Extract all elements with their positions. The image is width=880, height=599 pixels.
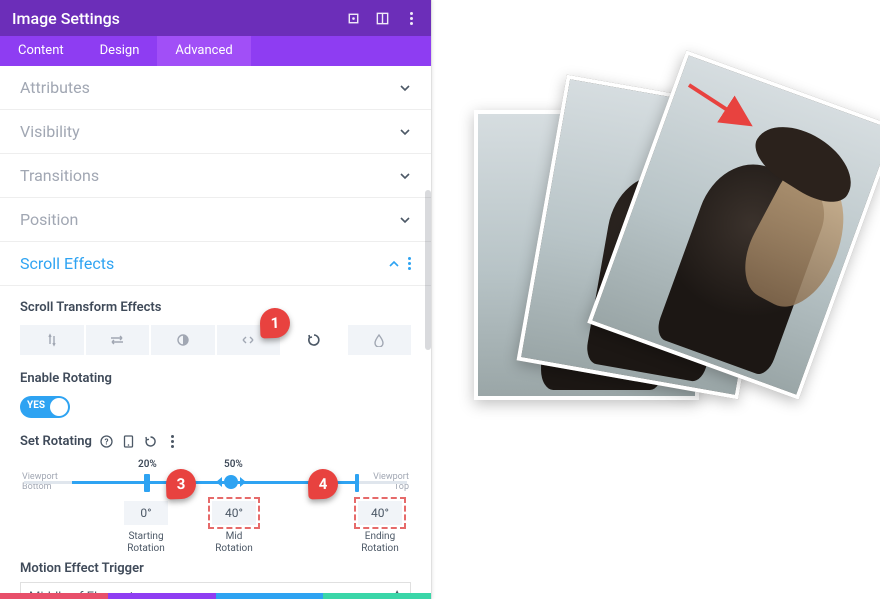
- horizontal-motion-icon[interactable]: [86, 325, 150, 355]
- header-icons: [346, 11, 419, 26]
- enable-rotating-label: Enable Rotating: [20, 371, 411, 386]
- starting-rotation-value[interactable]: 0°: [124, 501, 168, 525]
- chevron-down-icon: [399, 82, 411, 94]
- fade-icon[interactable]: [151, 325, 215, 355]
- tab-bar: Content Design Advanced: [0, 36, 431, 66]
- toggle-knob: [50, 398, 68, 416]
- slider-handle-start[interactable]: [144, 474, 150, 492]
- enable-rotating-toggle-row: YES: [20, 396, 411, 418]
- panel-title: Image Settings: [12, 9, 120, 28]
- section-more-icon[interactable]: [408, 257, 411, 270]
- blur-icon[interactable]: [348, 325, 412, 355]
- section-visibility[interactable]: Visibility: [0, 110, 431, 154]
- set-rotating-row: Set Rotating ?: [20, 434, 411, 449]
- chevron-down-icon: [399, 170, 411, 182]
- slider-handle-end[interactable]: [355, 474, 359, 492]
- mid-rotation-value[interactable]: 40°: [212, 501, 256, 525]
- chevron-up-icon: [388, 258, 400, 270]
- section-scroll-effects[interactable]: Scroll Effects: [0, 242, 431, 286]
- chevron-down-icon: [399, 126, 411, 138]
- mid-rotation-label: Mid Rotation: [204, 531, 264, 555]
- preview-area: [450, 0, 880, 599]
- tab-content[interactable]: Content: [0, 36, 82, 66]
- section-label: Visibility: [20, 122, 80, 141]
- transform-effect-tabs: [20, 325, 411, 355]
- rotate-icon[interactable]: [282, 325, 346, 355]
- settings-panel: Image Settings Content Design Advanced A…: [0, 0, 432, 599]
- slider-percent-1: 20%: [138, 459, 157, 470]
- ending-rotation-label: Ending Rotation: [350, 531, 410, 555]
- ending-rotation-value[interactable]: 40°: [358, 501, 402, 525]
- set-rotating-label: Set Rotating: [20, 434, 92, 449]
- section-attributes[interactable]: Attributes: [0, 66, 431, 110]
- svg-text:?: ?: [105, 438, 109, 447]
- slider-handle-mid[interactable]: [224, 475, 238, 489]
- scrollbar-thumb[interactable]: [425, 190, 431, 350]
- enable-rotating-toggle[interactable]: YES: [20, 396, 70, 418]
- section-transitions[interactable]: Transitions: [0, 154, 431, 198]
- rotation-slider: 20% 50% Viewport Bottom Viewport Top 0° …: [20, 459, 411, 541]
- section-position[interactable]: Position: [0, 198, 431, 242]
- more-icon[interactable]: [404, 11, 419, 26]
- chevron-down-icon: [399, 214, 411, 226]
- reset-icon[interactable]: [144, 435, 158, 449]
- toggle-yes-text: YES: [27, 400, 45, 411]
- starting-rotation-label: Starting Rotation: [116, 531, 176, 555]
- help-icon[interactable]: ?: [100, 435, 114, 449]
- panel-header: Image Settings: [0, 0, 431, 36]
- vertical-motion-icon[interactable]: [20, 325, 84, 355]
- transform-effects-label: Scroll Transform Effects: [20, 300, 411, 315]
- section-label: Transitions: [20, 166, 99, 185]
- mobile-icon[interactable]: [122, 435, 136, 449]
- motion-trigger-label: Motion Effect Trigger: [20, 561, 411, 576]
- sections: Attributes Visibility Transitions Positi…: [0, 66, 431, 599]
- section-label: Scroll Effects: [20, 254, 114, 273]
- tablet-icon[interactable]: [375, 11, 390, 26]
- tab-advanced[interactable]: Advanced: [157, 36, 250, 66]
- tab-design[interactable]: Design: [82, 36, 158, 66]
- annotation-arrow-icon: [684, 80, 764, 130]
- slider-percent-2: 50%: [224, 459, 243, 470]
- scroll-effects-body: Scroll Transform Effects Enable Rotating…: [0, 286, 431, 599]
- section-label: Attributes: [20, 78, 90, 97]
- section-label: Position: [20, 210, 78, 229]
- expand-icon[interactable]: [346, 11, 361, 26]
- option-more-icon[interactable]: [166, 435, 180, 449]
- footer-colorbar: [0, 593, 431, 599]
